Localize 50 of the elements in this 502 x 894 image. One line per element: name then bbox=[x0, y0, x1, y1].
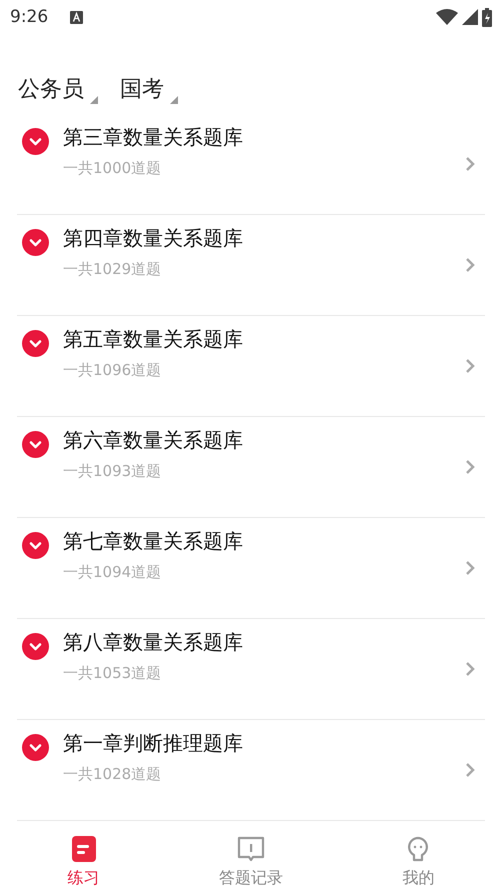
question-bank-item[interactable]: 第七章数量关系题库 一共1094道题 bbox=[17, 518, 485, 619]
question-count: 一共1094道题 bbox=[63, 563, 162, 582]
chevron-right-icon bbox=[465, 257, 475, 273]
expand-icon bbox=[22, 734, 49, 761]
bank-title: 第八章数量关系题库 bbox=[63, 629, 244, 656]
filter-dropdown[interactable]: 国考 bbox=[120, 74, 178, 104]
question-bank-item[interactable]: 第三章数量关系题库 一共1000道题 bbox=[17, 114, 485, 215]
chevron-right-icon bbox=[465, 661, 475, 677]
filter-dropdown[interactable]: 公务员 bbox=[18, 74, 98, 104]
nav-tab[interactable]: 练习 bbox=[0, 824, 168, 894]
question-bank-item[interactable]: 第六章数量关系题库 一共1093道题 bbox=[17, 417, 485, 518]
bank-title: 第五章数量关系题库 bbox=[63, 326, 244, 353]
chevron-right-icon bbox=[465, 156, 475, 172]
question-bank-item[interactable]: 第八章数量关系题库 一共1053道题 bbox=[17, 619, 485, 720]
battery-icon bbox=[482, 8, 492, 26]
nav-tab[interactable]: 答题记录 bbox=[167, 824, 335, 894]
bank-title: 第四章数量关系题库 bbox=[63, 225, 244, 252]
chevron-right-icon bbox=[465, 762, 475, 778]
nav-tab[interactable]: 我的 bbox=[334, 824, 502, 894]
question-count: 一共1028道题 bbox=[63, 765, 162, 784]
dropdown-triangle-icon bbox=[170, 96, 178, 104]
person-icon bbox=[407, 836, 430, 862]
expand-icon bbox=[22, 633, 49, 660]
wifi-icon bbox=[436, 9, 458, 25]
expand-icon bbox=[22, 229, 49, 256]
notes-icon bbox=[72, 836, 96, 862]
expand-icon bbox=[22, 532, 49, 559]
signal-icon bbox=[462, 9, 478, 25]
question-bank-item[interactable]: 第四章数量关系题库 一共1029道题 bbox=[17, 215, 485, 316]
question-bank-item[interactable]: 第一章判断推理题库 一共1028道题 bbox=[17, 720, 485, 821]
expand-icon bbox=[22, 330, 49, 357]
expand-icon bbox=[22, 128, 49, 155]
question-count: 一共1029道题 bbox=[63, 260, 162, 279]
chevron-right-icon bbox=[465, 358, 475, 374]
dropdown-triangle-icon bbox=[90, 96, 98, 104]
expand-icon bbox=[22, 431, 49, 458]
bank-title: 第一章判断推理题库 bbox=[63, 730, 244, 757]
question-count: 一共1093道题 bbox=[63, 462, 162, 481]
bank-title: 第三章数量关系题库 bbox=[63, 124, 244, 151]
chevron-right-icon bbox=[465, 459, 475, 475]
bank-title: 第七章数量关系题库 bbox=[63, 528, 244, 555]
question-bank-item[interactable]: 第五章数量关系题库 一共1096道题 bbox=[17, 316, 485, 417]
chevron-right-icon bbox=[465, 560, 475, 576]
question-count: 一共1053道题 bbox=[63, 664, 162, 683]
book-icon bbox=[236, 836, 265, 862]
notification-icon bbox=[70, 10, 84, 24]
question-count: 一共1096道题 bbox=[63, 361, 162, 380]
question-count: 一共1000道题 bbox=[63, 159, 162, 178]
status-time: 9:26 bbox=[10, 7, 48, 27]
bank-title: 第六章数量关系题库 bbox=[63, 427, 244, 454]
